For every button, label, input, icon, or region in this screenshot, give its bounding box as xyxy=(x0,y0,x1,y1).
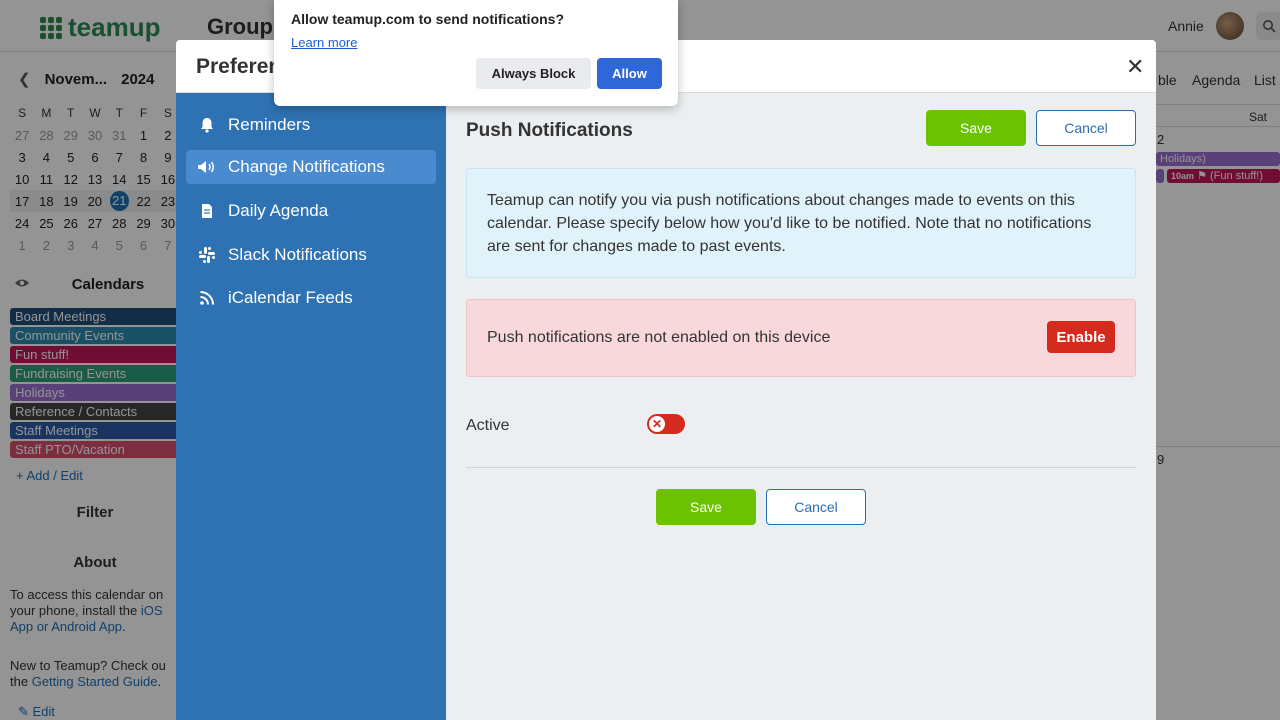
divider xyxy=(466,467,1136,468)
cancel-button-top[interactable]: Cancel xyxy=(1036,110,1136,146)
push-warning-box: Push notifications are not enabled on th… xyxy=(466,299,1136,377)
info-message: Teamup can notify you via push notificat… xyxy=(466,168,1136,278)
nav-item-label: iCalendar Feeds xyxy=(228,288,353,307)
megaphone-icon xyxy=(186,159,228,175)
nav-item-label: Daily Agenda xyxy=(228,201,329,220)
nav-item-label: Reminders xyxy=(228,115,311,134)
modal-title: Preferen xyxy=(196,55,282,78)
nav-item-reminders[interactable]: Reminders xyxy=(186,108,436,142)
save-button-top[interactable]: Save xyxy=(926,110,1026,146)
prompt-title: Allow teamup.com to send notifications? xyxy=(291,11,565,27)
push-warning-text: Push notifications are not enabled on th… xyxy=(487,329,831,346)
close-icon[interactable]: ✕ xyxy=(1126,54,1144,80)
document-icon xyxy=(186,203,228,219)
always-block-button[interactable]: Always Block xyxy=(476,58,591,89)
nav-item-change-notifications[interactable]: Change Notifications xyxy=(186,150,436,184)
nav-item-label: Slack Notifications xyxy=(228,245,367,264)
cancel-button-bottom[interactable]: Cancel xyxy=(766,489,866,525)
preferences-content: Push Notifications Save Cancel Teamup ca… xyxy=(446,93,1156,720)
section-title: Push Notifications xyxy=(466,120,633,141)
nav-item-label: Change Notifications xyxy=(228,157,385,176)
nav-item-slack-notifications[interactable]: Slack Notifications xyxy=(186,238,436,272)
slack-icon xyxy=(186,247,228,263)
toggle-off-icon: ✕ xyxy=(649,416,665,432)
rss-icon xyxy=(186,291,228,305)
nav-item-daily-agenda[interactable]: Daily Agenda xyxy=(186,194,436,228)
preferences-modal: Preferen ✕ Reminders Change Notification… xyxy=(176,40,1156,720)
preferences-nav: Reminders Change Notifications Daily Age… xyxy=(176,93,446,720)
bell-icon xyxy=(186,117,228,133)
active-toggle[interactable]: ✕ xyxy=(647,414,685,434)
learn-more-link[interactable]: Learn more xyxy=(291,35,357,50)
enable-push-button[interactable]: Enable xyxy=(1047,321,1115,353)
active-label: Active xyxy=(466,417,510,434)
allow-button[interactable]: Allow xyxy=(597,58,662,89)
notification-permission-prompt: Allow teamup.com to send notifications? … xyxy=(274,0,678,106)
save-button-bottom[interactable]: Save xyxy=(656,489,756,525)
nav-item-icalendar-feeds[interactable]: iCalendar Feeds xyxy=(186,281,436,315)
